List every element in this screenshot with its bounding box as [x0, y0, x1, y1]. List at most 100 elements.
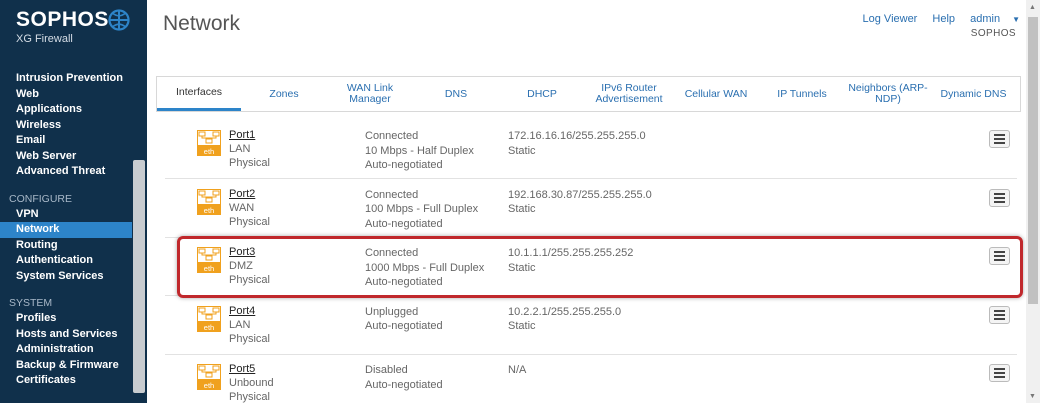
port-name-link[interactable]: Port4	[229, 305, 255, 317]
sidebar-item-authentication[interactable]: Authentication	[0, 253, 132, 269]
port-negotiation: Auto-negotiated	[365, 320, 443, 332]
tab-dns[interactable]: DNS	[413, 77, 499, 111]
port-type: Physical	[229, 215, 270, 228]
brand-product: XG Firewall	[16, 33, 73, 45]
row-menu-button[interactable]	[989, 130, 1010, 148]
log-viewer-link[interactable]: Log Viewer	[863, 13, 918, 25]
eth-label: eth	[204, 323, 214, 332]
sidebar-item-administration[interactable]: Administration	[0, 342, 132, 358]
sidebar-item-web-server[interactable]: Web Server	[0, 149, 132, 165]
port-type: Physical	[229, 332, 270, 345]
row-menu-button[interactable]	[989, 305, 1010, 324]
eth-label: eth	[204, 147, 214, 156]
scroll-down-icon[interactable]: ▼	[1029, 393, 1036, 400]
port-connection-status: Unplugged	[365, 305, 419, 318]
ethernet-port-icon: eth	[197, 188, 221, 215]
row-menu-button[interactable]	[989, 247, 1010, 265]
port-zone: DMZ	[229, 260, 253, 272]
tab-zones[interactable]: Zones	[241, 77, 327, 111]
eth-label: eth	[204, 381, 214, 390]
sidebar-item-applications[interactable]: Applications	[0, 102, 132, 118]
page-title: Network	[163, 12, 241, 35]
tab-dynamic-dns[interactable]: Dynamic DNS	[931, 77, 1016, 111]
sidebar-item-routing[interactable]: Routing	[0, 238, 132, 254]
sidebar-item-system-services[interactable]: System Services	[0, 269, 132, 285]
port-ip-info: 10.1.1.1/255.255.255.252 Static	[508, 246, 633, 275]
sophos-logo-icon	[108, 9, 130, 31]
port-speed: 10 Mbps - Half Duplex	[365, 144, 474, 157]
interfaces-list: eth Port1 LAN Physical Connected 10 Mbps - Ha…	[165, 120, 1017, 403]
port-status: Connected 100 Mbps - Full Duplex Auto-nego…	[365, 188, 478, 232]
top-links: Log Viewer Help admin ▼	[851, 13, 1020, 25]
port-ip-mode: Static	[508, 144, 536, 157]
ethernet-port-icon: eth	[197, 305, 221, 332]
sidebar-item-wireless[interactable]: Wireless	[0, 118, 132, 134]
port-status: Connected 1000 Mbps - Full Duplex Auto-neg…	[365, 246, 484, 290]
tab-cellular-wan[interactable]: Cellular WAN	[673, 77, 759, 111]
port-name-link[interactable]: Port5	[229, 363, 255, 375]
port-name-link[interactable]: Port1	[229, 129, 255, 141]
port-type: Physical	[229, 157, 270, 169]
port-zone: WAN	[229, 201, 255, 214]
port-status: Disabled Auto-negotiated	[365, 363, 443, 392]
admin-label: admin	[970, 13, 1001, 25]
tab-ip-tunnels[interactable]: IP Tunnels	[759, 77, 845, 111]
sidebar-scrollbar[interactable]	[133, 160, 145, 393]
sidebar-nav: Intrusion Prevention Web Applications Wirel…	[0, 71, 132, 389]
row-menu-button[interactable]	[989, 188, 1010, 207]
tab-dhcp[interactable]: DHCP	[499, 77, 585, 111]
sidebar-item-backup-firmware[interactable]: Backup & Firmware	[0, 358, 132, 374]
tab-ipv6-router-advertisement[interactable]: IPv6 Router Advertisement	[585, 77, 673, 111]
port-ip-info: 172.16.16.16/255.255.255.0 Static	[508, 129, 646, 158]
sidebar-item-intrusion-prevention[interactable]: Intrusion Prevention	[0, 71, 132, 87]
port-negotiation: Auto-negotiated	[365, 276, 443, 288]
port-ip: 172.16.16.16/255.255.255.0	[508, 130, 646, 142]
scroll-up-icon[interactable]: ▲	[1029, 4, 1036, 11]
port-status: Unplugged Auto-negotiated	[365, 305, 443, 334]
company-name: SOPHOS	[970, 28, 1016, 39]
table-row: eth Port3 DMZ Physical Connected 1000 Mbps - …	[165, 237, 1017, 296]
scroll-thumb[interactable]	[1028, 17, 1038, 304]
table-row: eth Port4 LAN Physical Unplugged Auto-negotia…	[165, 296, 1017, 355]
sidebar-item-vpn[interactable]: VPN	[0, 207, 132, 223]
sidebar-item-web[interactable]: Web	[0, 87, 132, 103]
help-link[interactable]: Help	[932, 13, 955, 25]
port-type: Physical	[229, 274, 270, 286]
port-negotiation: Auto-negotiated	[365, 159, 443, 171]
eth-label: eth	[204, 264, 214, 273]
ethernet-port-icon: eth	[197, 247, 221, 273]
sidebar-item-profiles[interactable]: Profiles	[0, 311, 132, 327]
port-ip-mode: Static	[508, 320, 536, 332]
tab-neighbors-arp-ndp[interactable]: Neighbors (ARP-NDP)	[845, 77, 931, 111]
brand: SOPHOS XG Firewall	[16, 8, 109, 45]
port-speed: 100 Mbps - Full Duplex	[365, 203, 479, 215]
table-row: eth Port2 WAN Physical Connected 100 Mbps - F…	[165, 179, 1017, 238]
sidebar-section-system: SYSTEM	[9, 297, 53, 309]
tab-interfaces[interactable]: Interfaces	[157, 77, 241, 111]
port-ip-mode: Static	[508, 203, 536, 215]
tab-wan-link-manager[interactable]: WAN Link Manager	[327, 77, 413, 111]
sidebar-item-certificates[interactable]: Certificates	[0, 373, 132, 389]
chevron-down-icon: ▼	[1012, 15, 1020, 24]
sidebar-item-advanced-threat[interactable]: Advanced Threat	[0, 164, 132, 180]
port-name-link[interactable]: Port2	[229, 188, 255, 200]
sidebar: SOPHOS XG Firewall Intrusion Prevention W…	[0, 0, 147, 403]
row-menu-button[interactable]	[989, 364, 1010, 382]
port-status: Connected 10 Mbps - Half Duplex Auto-negot…	[365, 129, 474, 173]
ethernet-port-icon: eth	[197, 364, 221, 390]
sidebar-item-network[interactable]: Network	[0, 222, 132, 238]
tab-bar: Interfaces Zones WAN Link Manager DNS DHCP IP…	[156, 76, 1021, 112]
eth-label: eth	[204, 206, 214, 215]
admin-menu[interactable]: admin ▼	[970, 13, 1020, 25]
port-name-link[interactable]: Port3	[229, 246, 255, 258]
port-connection-status: Disabled	[365, 364, 408, 376]
port-ip: 192.168.30.87/255.255.255.0	[508, 188, 652, 201]
sidebar-item-email[interactable]: Email	[0, 133, 132, 149]
port-ip-info: N/A	[508, 363, 526, 378]
main-scrollbar[interactable]: ▲ ▼	[1026, 0, 1040, 403]
table-row: eth Port1 LAN Physical Connected 10 Mbps - Ha…	[165, 120, 1017, 179]
port-connection-status: Connected	[365, 130, 419, 142]
table-row: eth Port5 Unbound Physical Disabled Auto-nego…	[165, 354, 1017, 403]
sidebar-section-configure: CONFIGURE	[9, 192, 72, 205]
sidebar-item-hosts-and-services[interactable]: Hosts and Services	[0, 327, 132, 343]
